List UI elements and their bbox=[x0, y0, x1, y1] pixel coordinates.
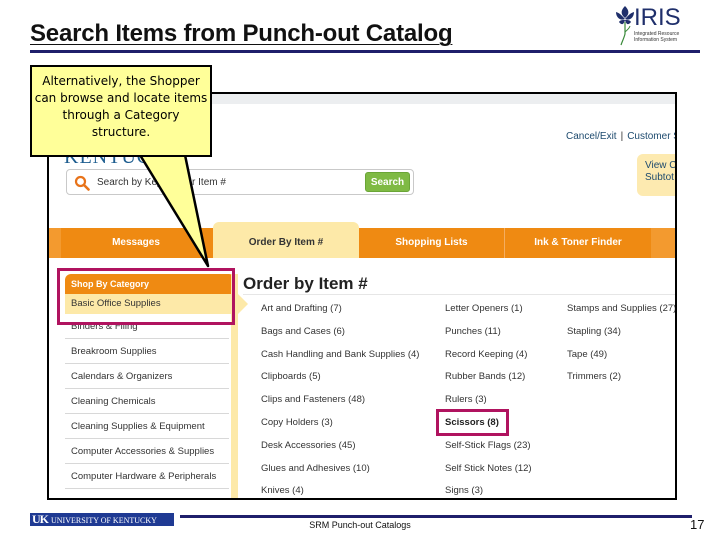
category-item[interactable]: Breakroom Supplies bbox=[65, 339, 229, 364]
nav-tabs: Messages Order By Item # Shopping Lists … bbox=[49, 222, 675, 258]
category-item[interactable]: Calendars & Organizers bbox=[65, 364, 229, 389]
subcategory-link[interactable]: Copy Holders (3) bbox=[261, 417, 419, 440]
search-button[interactable]: Search bbox=[365, 172, 410, 192]
subcategory-link[interactable]: Signs (3) bbox=[445, 485, 532, 498]
footer-rule bbox=[180, 515, 692, 518]
view-cart-box[interactable]: View Ca Subtot bbox=[637, 154, 677, 196]
selected-arrow-icon bbox=[238, 294, 248, 314]
subcategory-link[interactable]: Clips and Fasteners (48) bbox=[261, 394, 419, 417]
header-links: Cancel/Exit|Customer Se bbox=[566, 131, 675, 142]
subcategory-link[interactable]: Self Stick Notes (12) bbox=[445, 463, 532, 486]
link-separator: | bbox=[620, 131, 624, 142]
callout-note: Alternatively, the Shopper can browse an… bbox=[30, 65, 212, 157]
subcategory-link[interactable]: Cash Handling and Bank Supplies (4) bbox=[261, 349, 419, 372]
tab-shopping-lists[interactable]: Shopping Lists bbox=[359, 228, 504, 258]
subcategory-column-3: Stamps and Supplies (27) Stapling (34) T… bbox=[567, 303, 675, 394]
subcategory-link[interactable]: Bags and Cases (6) bbox=[261, 326, 419, 349]
subcategory-link[interactable]: Desk Accessories (45) bbox=[261, 440, 419, 463]
category-highlight-box bbox=[57, 268, 235, 325]
nav-left-stub bbox=[49, 228, 61, 258]
iris-logo: IRIS Integrated Resource Information Sys… bbox=[614, 4, 694, 46]
category-item[interactable]: Cleaning Supplies & Equipment bbox=[65, 414, 229, 439]
search-icon bbox=[74, 175, 90, 191]
subcategory-link[interactable]: Punches (11) bbox=[445, 326, 532, 349]
search-bar: Search bbox=[66, 169, 414, 195]
subcategory-link[interactable]: Stapling (34) bbox=[567, 326, 675, 349]
subcategory-link[interactable]: Art and Drafting (7) bbox=[261, 303, 419, 326]
iris-flower-icon bbox=[616, 6, 634, 46]
subcategory-link[interactable]: Record Keeping (4) bbox=[445, 349, 532, 372]
footer-caption: SRM Punch-out Catalogs bbox=[309, 520, 411, 530]
subcategory-link[interactable]: Self-Stick Flags (23) bbox=[445, 440, 532, 463]
tab-messages[interactable]: Messages bbox=[61, 228, 211, 258]
main-title: Order by Item # bbox=[243, 274, 368, 293]
subtotal-label: Subtot bbox=[645, 172, 674, 183]
subcategory-link[interactable]: Trimmers (2) bbox=[567, 371, 675, 394]
subcategory-link[interactable]: Letter Openers (1) bbox=[445, 303, 532, 326]
category-item[interactable]: Cleaning Chemicals bbox=[65, 389, 229, 414]
search-input[interactable] bbox=[97, 174, 347, 191]
category-item[interactable]: Computer Hardware & Peripherals bbox=[65, 464, 229, 489]
subcategory-column-2: Letter Openers (1) Punches (11) Record K… bbox=[445, 303, 532, 498]
category-item[interactable]: Computer Accessories & Supplies bbox=[65, 439, 229, 464]
customer-service-link[interactable]: Customer Se bbox=[627, 131, 675, 142]
subcategory-link[interactable]: Knives (4) bbox=[261, 485, 419, 498]
iris-subtitle: Integrated Resource Information System bbox=[634, 31, 679, 43]
subcategory-link[interactable]: Stamps and Supplies (27) bbox=[567, 303, 675, 326]
iris-wordmark: IRIS bbox=[634, 4, 681, 31]
title-rule bbox=[30, 50, 700, 53]
subcategory-link[interactable]: Tape (49) bbox=[567, 349, 675, 372]
scissors-highlight-box bbox=[436, 409, 509, 436]
nav-right-stub[interactable] bbox=[651, 228, 675, 258]
view-cart-label: View Ca bbox=[645, 160, 677, 171]
subcategory-link[interactable]: Clipboards (5) bbox=[261, 371, 419, 394]
subcategory-link[interactable]: Glues and Adhesives (10) bbox=[261, 463, 419, 486]
subcategory-link[interactable]: Rubber Bands (12) bbox=[445, 371, 532, 394]
slide-title: Search Items from Punch-out Catalog bbox=[30, 20, 453, 47]
iris-subtitle-line2: Information System bbox=[634, 37, 678, 43]
tab-ink-toner-finder[interactable]: Ink & Toner Finder bbox=[505, 228, 651, 258]
cancel-exit-link[interactable]: Cancel/Exit bbox=[566, 131, 617, 142]
main-divider bbox=[243, 294, 675, 295]
tab-order-by-item[interactable]: Order By Item # bbox=[213, 222, 359, 258]
page-number: 17 bbox=[690, 517, 705, 532]
subcategory-column-1: Art and Drafting (7) Bags and Cases (6) … bbox=[261, 303, 419, 498]
